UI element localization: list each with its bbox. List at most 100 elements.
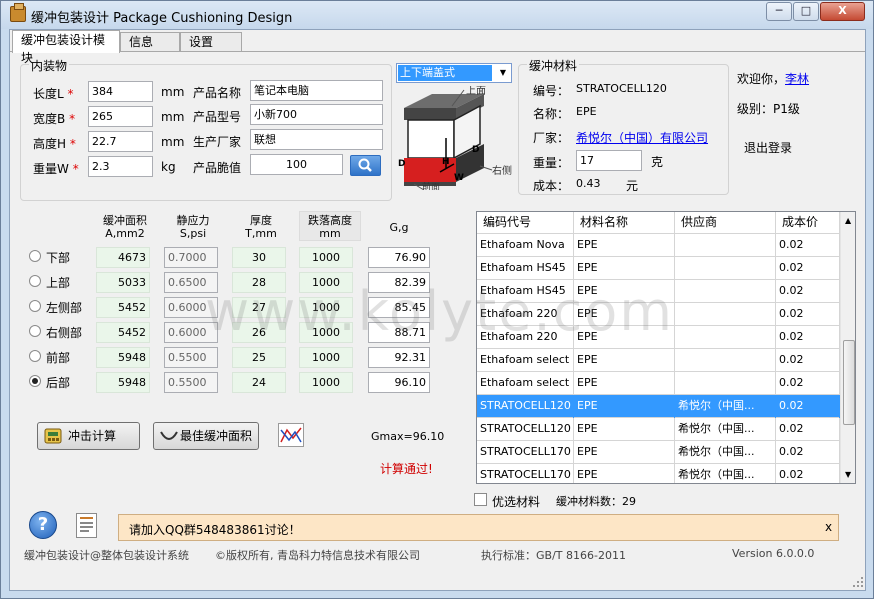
drop-cell[interactable]: 1000 [299,297,353,318]
table-row[interactable]: Ethafoam select EPE 0.02 [477,372,840,395]
g-cell[interactable]: 92.31 [368,347,430,368]
footer-version: Version 6.0.0.0 [732,547,815,560]
g-cell[interactable]: 82.39 [368,272,430,293]
length-input[interactable]: 384 [88,81,153,102]
product-name-input[interactable]: 笔记本电脑 [250,80,383,101]
close-button[interactable]: X [820,2,865,21]
drop-cell[interactable]: 1000 [299,322,353,343]
table-row[interactable]: Ethafoam select EPE 0.02 [477,349,840,372]
stress-cell[interactable]: 0.6000 [164,322,218,343]
packaging-type-value: 上下端盖式 [398,65,492,81]
diagram-h-label: H [442,157,450,167]
scroll-thumb[interactable] [843,340,855,425]
tab-info[interactable]: 信息 [120,32,180,52]
cell-name: EPE [574,441,675,464]
width-input[interactable]: 265 [88,106,153,127]
scroll-up-icon[interactable]: ▲ [845,216,851,225]
scroll-down-icon[interactable]: ▼ [845,470,851,479]
product-model-input[interactable]: 小新700 [250,104,383,125]
stress-header: 静应力 S,psi [176,214,210,240]
material-vendor-link[interactable]: 希悦尔（中国）有限公司 [576,129,708,146]
table-row[interactable]: STRATOCELL170 EPE 希悦尔（中国... 0.02 [477,441,840,464]
weight-input[interactable]: 2.3 [88,156,153,177]
impact-calc-button[interactable]: 冲击计算 [37,422,140,450]
cell-vendor [675,280,776,303]
maximize-button[interactable]: □ [793,2,819,21]
area-cell[interactable]: 5452 [96,322,150,343]
position-radio[interactable] [29,275,41,287]
table-row[interactable]: STRATOCELL170 EPE 希悦尔（中国... 0.02 [477,464,840,483]
stress-cell[interactable]: 0.6500 [164,272,218,293]
logout-button[interactable]: 退出登录 [744,139,792,156]
area-cell[interactable]: 5033 [96,272,150,293]
area-cell[interactable]: 5948 [96,347,150,368]
table-row[interactable]: Ethafoam HS45 EPE 0.02 [477,280,840,303]
preferred-label: 优选材料 [492,495,541,509]
thickness-header: 厚度 T,mm [245,214,277,240]
col-code[interactable]: 编码代号 [477,212,574,234]
g-cell[interactable]: 96.10 [368,372,430,393]
position-radio[interactable] [29,300,41,312]
table-row[interactable]: Ethafoam 220 EPE 0.02 [477,303,840,326]
drop-cell[interactable]: 1000 [299,272,353,293]
col-material[interactable]: 材料名称 [574,212,675,234]
tab-settings[interactable]: 设置 [180,32,242,52]
title-bar[interactable]: 缓冲包装设计 Package Cushioning Design ─ □ X [1,1,873,29]
cell-name: EPE [574,418,675,441]
notice-close-button[interactable]: x [825,520,832,534]
drop-cell[interactable]: 1000 [299,247,353,268]
stress-cell[interactable]: 0.6000 [164,297,218,318]
cell-vendor: 希悦尔（中国... [675,464,776,483]
cell-cost: 0.02 [776,234,840,257]
cell-vendor [675,303,776,326]
cell-code: STRATOCELL120 [477,418,574,441]
best-area-button[interactable]: 最佳缓冲面积 [153,422,259,450]
table-row[interactable]: STRATOCELL120 EPE 希悦尔（中国... 0.02 [477,418,840,441]
packaging-type-select[interactable]: 上下端盖式 ▼ [396,63,512,83]
table-row[interactable]: Ethafoam Nova EPE 0.02 [477,234,840,257]
height-input[interactable]: 22.7 [88,131,153,152]
g-cell[interactable]: 88.71 [368,322,430,343]
position-radio[interactable] [29,325,41,337]
thickness-cell[interactable]: 26 [232,322,286,343]
thickness-cell[interactable]: 24 [232,372,286,393]
drop-cell[interactable]: 1000 [299,347,353,368]
area-cell[interactable]: 5452 [96,297,150,318]
manufacturer-input[interactable]: 联想 [250,129,383,150]
area-cell[interactable]: 4673 [96,247,150,268]
tab-cushion-design[interactable]: 缓冲包装设计模块 [12,30,120,65]
stress-cell[interactable]: 0.5500 [164,347,218,368]
table-row[interactable]: STRATOCELL120 EPE 希悦尔（中国... 0.02 [477,395,840,418]
thickness-cell[interactable]: 25 [232,347,286,368]
report-button[interactable] [76,513,97,538]
drop-cell[interactable]: 1000 [299,372,353,393]
diagram-right-label: 右侧 [492,164,512,177]
user-name-link[interactable]: 李林 [785,72,809,86]
help-icon[interactable]: ? [29,511,57,539]
table-row[interactable]: Ethafoam HS45 EPE 0.02 [477,257,840,280]
g-cell[interactable]: 85.45 [368,297,430,318]
chart-button[interactable] [278,423,304,447]
table-scrollbar[interactable]: ▲ ▼ [840,212,855,483]
fragility-search-button[interactable] [350,155,381,176]
position-radio[interactable] [29,375,41,387]
fragility-input[interactable]: 100 [250,154,343,175]
col-vendor[interactable]: 供应商 [675,212,776,234]
cell-cost: 0.02 [776,326,840,349]
g-cell[interactable]: 76.90 [368,247,430,268]
preferred-checkbox[interactable] [474,493,487,506]
minimize-button[interactable]: ─ [766,2,792,21]
stress-cell[interactable]: 0.5500 [164,372,218,393]
position-radio[interactable] [29,350,41,362]
table-row[interactable]: Ethafoam 220 EPE 0.02 [477,326,840,349]
position-radio[interactable] [29,250,41,262]
magnifier-icon [358,158,372,172]
resize-grip-icon[interactable] [852,576,864,588]
col-cost[interactable]: 成本价 [776,212,840,234]
area-cell[interactable]: 5948 [96,372,150,393]
stress-cell[interactable]: 0.7000 [164,247,218,268]
material-weight-input[interactable]: 17 [576,150,642,171]
thickness-cell[interactable]: 28 [232,272,286,293]
thickness-cell[interactable]: 30 [232,247,286,268]
thickness-cell[interactable]: 27 [232,297,286,318]
